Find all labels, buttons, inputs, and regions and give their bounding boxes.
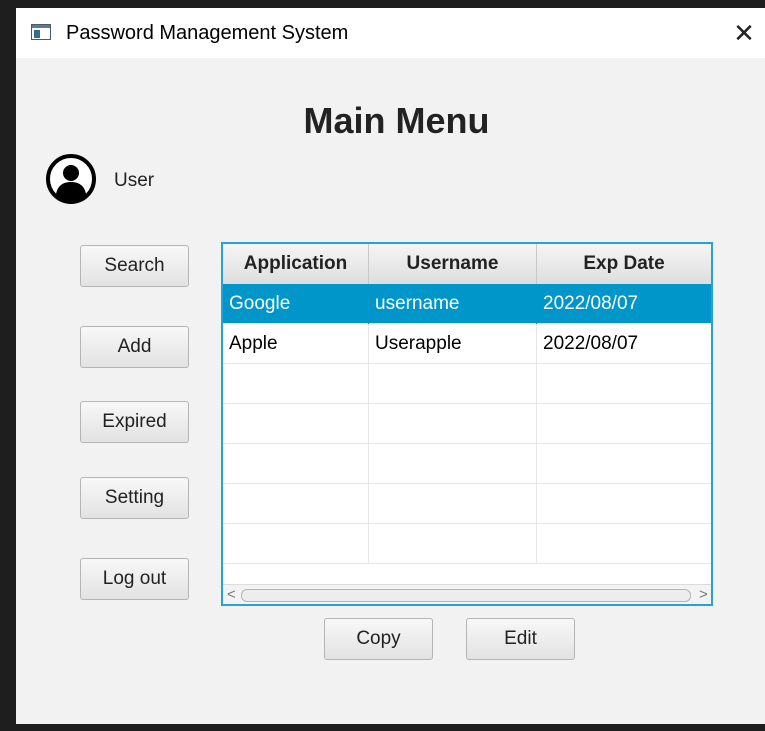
empty-table-row bbox=[223, 444, 711, 484]
search-button[interactable]: Search bbox=[80, 245, 189, 287]
cell-username: username bbox=[369, 284, 537, 324]
cell-username: Userapple bbox=[369, 324, 537, 364]
empty-table-row bbox=[223, 404, 711, 444]
add-button[interactable]: Add bbox=[80, 326, 189, 368]
cell-application: Apple bbox=[223, 324, 369, 364]
empty-table-row bbox=[223, 484, 711, 524]
horizontal-scrollbar[interactable]: < > bbox=[223, 584, 711, 604]
scroll-left-icon[interactable]: < bbox=[227, 586, 236, 604]
column-header-exp-date[interactable]: Exp Date bbox=[537, 244, 711, 284]
title-bar: Password Management System ✕ bbox=[16, 8, 765, 58]
page-title: Main Menu bbox=[303, 100, 490, 141]
cell-exp-date: 2022/08/07 bbox=[543, 333, 639, 354]
app-window-icon bbox=[31, 24, 51, 40]
table-row[interactable]: Apple Userapple 2022/08/07 bbox=[223, 324, 711, 364]
cell-application: Google bbox=[223, 284, 369, 324]
edit-button[interactable]: Edit bbox=[466, 618, 575, 660]
column-header-application[interactable]: Application bbox=[223, 244, 369, 284]
empty-table-row bbox=[223, 524, 711, 564]
scroll-right-icon[interactable]: > bbox=[699, 586, 708, 604]
user-label: User bbox=[114, 170, 155, 191]
app-window: Password Management System ✕ Main Menu U… bbox=[16, 8, 765, 724]
password-table[interactable]: Application Username Exp Date Google use… bbox=[221, 242, 713, 606]
user-avatar-icon bbox=[46, 154, 96, 204]
window-title: Password Management System bbox=[66, 22, 349, 44]
expired-button[interactable]: Expired bbox=[80, 401, 189, 443]
table-row[interactable]: Google username 2022/08/07 bbox=[223, 284, 711, 324]
logout-button[interactable]: Log out bbox=[80, 558, 189, 600]
column-header-username[interactable]: Username bbox=[369, 244, 537, 284]
table-header: Application Username Exp Date bbox=[223, 244, 711, 285]
scrollbar-thumb[interactable] bbox=[241, 589, 691, 602]
setting-button[interactable]: Setting bbox=[80, 477, 189, 519]
cell-exp-date: 2022/08/07 bbox=[543, 293, 639, 314]
copy-button[interactable]: Copy bbox=[324, 618, 433, 660]
empty-table-row bbox=[223, 364, 711, 404]
close-icon[interactable]: ✕ bbox=[727, 16, 761, 50]
